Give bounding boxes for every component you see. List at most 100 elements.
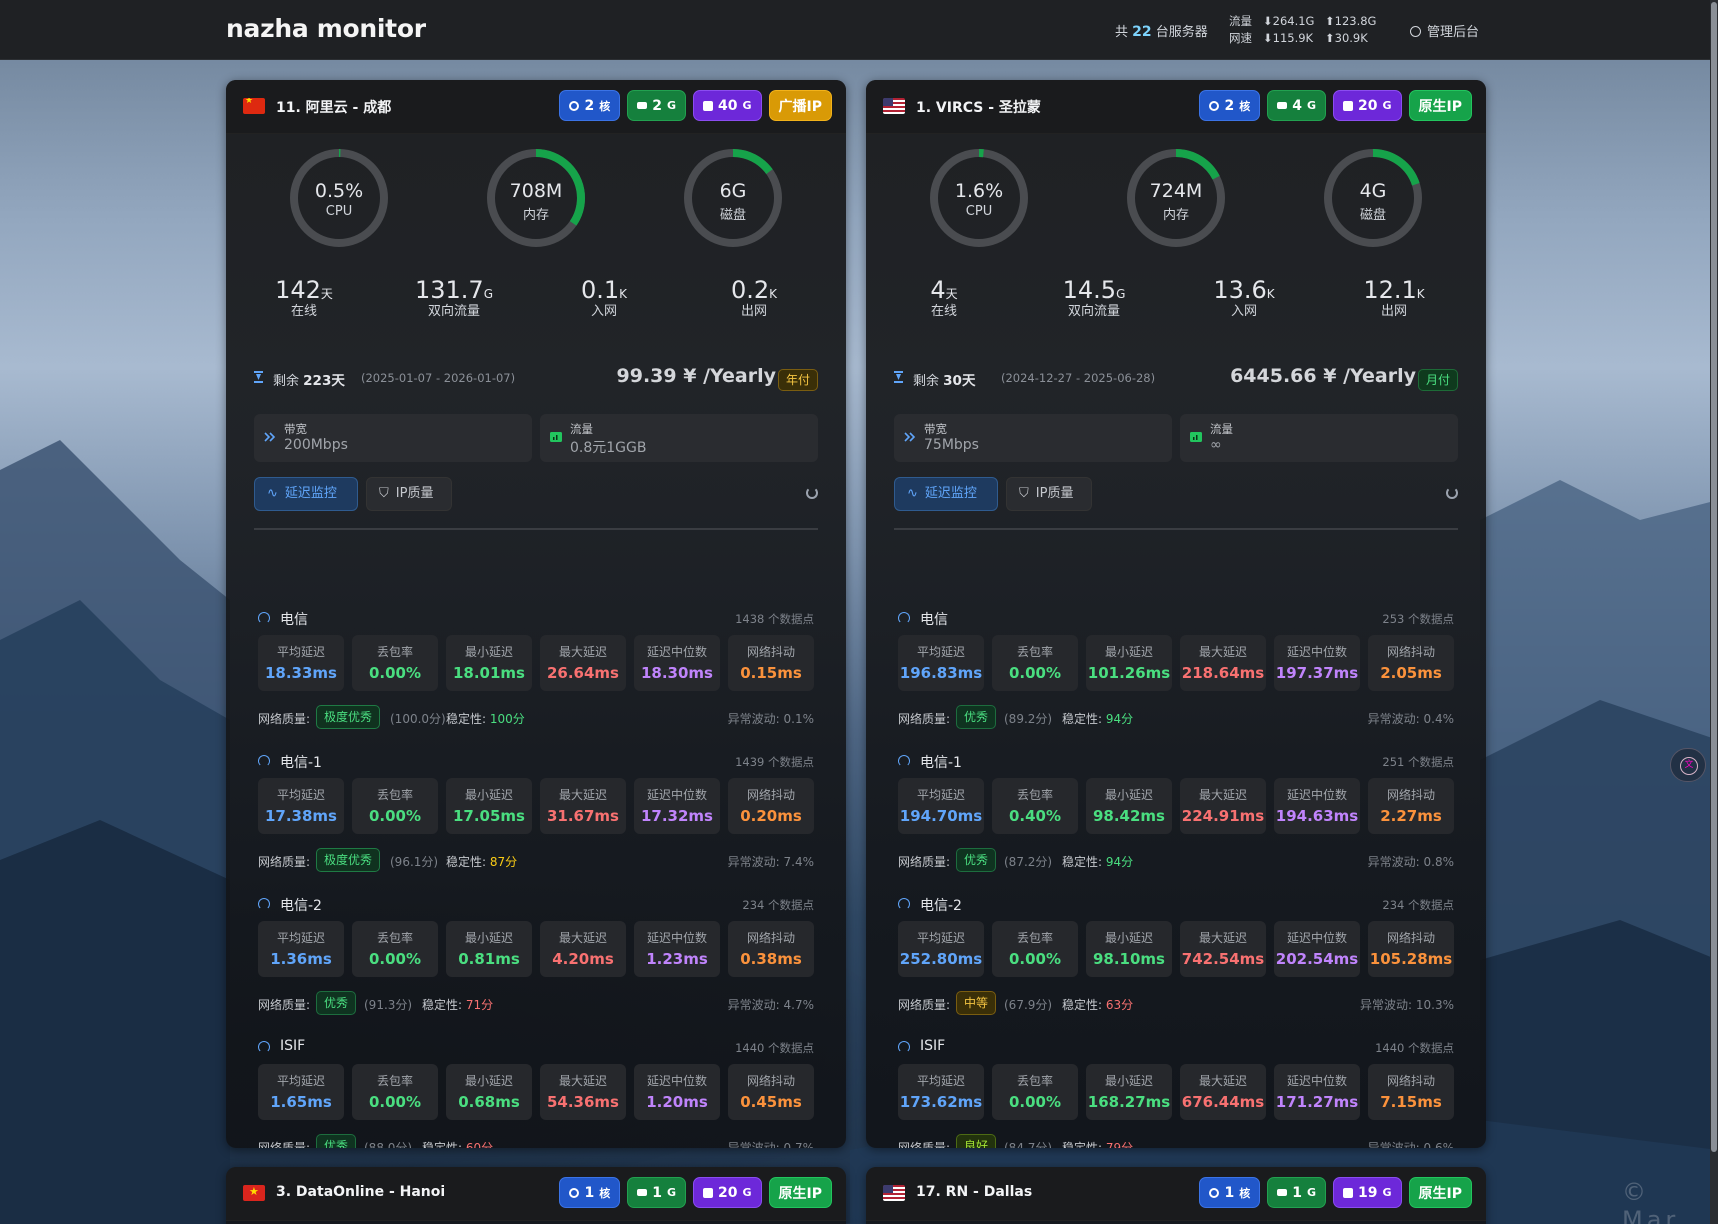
card-header[interactable]: 3. DataOnline - Hanoi 1核1G20G原生IP bbox=[226, 1167, 846, 1221]
app-logo-title[interactable]: nazha monitor bbox=[226, 14, 426, 43]
dashboard-icon bbox=[1410, 26, 1421, 37]
traffic-down: ⬇264.1G bbox=[1263, 14, 1315, 28]
memory-badge: 4G bbox=[1267, 90, 1326, 121]
gauge-value: 708M bbox=[509, 180, 563, 202]
metric-label: 最大延迟 bbox=[558, 1074, 607, 1088]
gauge-label: CPU bbox=[965, 204, 993, 219]
monitor-icon bbox=[898, 1041, 910, 1053]
metric-label: 延迟中位数 bbox=[646, 788, 707, 802]
tab-latency-monitor[interactable]: ∿ 延迟监控 bbox=[894, 477, 998, 511]
cpu-icon bbox=[569, 100, 580, 111]
refresh-icon[interactable] bbox=[806, 487, 818, 499]
metric-value: 0.00% bbox=[1008, 950, 1062, 968]
metric-value: 105.28ms bbox=[1369, 950, 1453, 968]
stat-label: 在线 bbox=[290, 304, 317, 319]
metric-max: 最大延迟 54.36ms bbox=[540, 1064, 626, 1120]
metric-value: 0.81ms bbox=[458, 950, 520, 968]
quality-row: 网络质量: 优秀 (88.0分) 稳定性: 60分 异常波动: 0.7% bbox=[258, 1132, 814, 1148]
stat-unit: G bbox=[1116, 287, 1126, 301]
network-summary: 流量 ⬇264.1G ⬆123.8G 网速 ⬇115.9K ⬆30.9K bbox=[1229, 13, 1376, 47]
metric-avg: 平均延迟 173.62ms bbox=[898, 1064, 984, 1120]
data-points-count: 1440 个数据点 bbox=[1375, 1041, 1454, 1055]
metric-label: 最大延迟 bbox=[1198, 1074, 1247, 1088]
server-name[interactable]: 1. VIRCS - 圣拉蒙 bbox=[916, 97, 1041, 117]
metric-value: 0.20ms bbox=[740, 807, 802, 825]
memory-badge: 1G bbox=[627, 1177, 686, 1208]
monitor-name: 电信-1 bbox=[280, 755, 322, 771]
metric-label: 最大延迟 bbox=[1198, 645, 1247, 659]
server-name[interactable]: 17. RN - Dallas bbox=[916, 1184, 1032, 1200]
metric-jitter: 网络抖动 0.38ms bbox=[728, 921, 814, 977]
stat-unit: G bbox=[483, 287, 494, 301]
admin-link[interactable]: 管理后台 bbox=[1410, 21, 1479, 40]
quality-label: 网络质量: bbox=[258, 1141, 311, 1148]
server-name[interactable]: 3. DataOnline - Hanoi bbox=[276, 1184, 445, 1200]
quality-badge: 良好 bbox=[956, 1134, 997, 1148]
cpu-icon bbox=[1209, 100, 1220, 111]
quality-badge: 极度优秀 bbox=[316, 848, 381, 872]
metric-value: 0.00% bbox=[368, 1093, 422, 1111]
memory-icon bbox=[1277, 1189, 1288, 1196]
cpu-cores: 1 bbox=[1224, 1184, 1235, 1201]
memory-badge: 2G bbox=[627, 90, 686, 121]
tab-divider bbox=[894, 528, 1458, 530]
gauge-memory: 708M 内存 bbox=[484, 146, 588, 250]
traffic-up: ⬆123.8G bbox=[1325, 14, 1377, 28]
disk-size: 40 bbox=[718, 97, 738, 114]
cpu-icon bbox=[1209, 1187, 1220, 1198]
latency-monitor-block: 电信-1 251 个数据点 平均延迟 194.70ms 丢包率 0.40% 最小延迟 98.4… bbox=[894, 748, 1458, 884]
metric-value: 98.42ms bbox=[1092, 807, 1165, 825]
speed-up: ⬆30.9K bbox=[1325, 31, 1368, 45]
activity-icon: ∿ bbox=[267, 486, 278, 501]
metric-label: 丢包率 bbox=[376, 645, 413, 659]
ip-type-badge: 原生IP bbox=[1408, 1177, 1472, 1208]
ip-type-badge: 原生IP bbox=[768, 1177, 832, 1208]
metric-value: 98.10ms bbox=[1092, 950, 1165, 968]
metric-value: 7.15ms bbox=[1380, 1093, 1442, 1111]
refresh-icon[interactable] bbox=[1446, 487, 1458, 499]
abnormal-fluctuation: 异常波动: 0.7% bbox=[727, 1141, 814, 1148]
metric-value: 1.23ms bbox=[646, 950, 708, 968]
metric-avg: 平均延迟 1.36ms bbox=[258, 921, 344, 977]
monitor-name: 电信-2 bbox=[280, 898, 322, 914]
metric-label: 最大延迟 bbox=[558, 788, 607, 802]
stability: 稳定性: 100分 bbox=[446, 710, 525, 727]
scrollbar-thumb[interactable] bbox=[1711, 2, 1717, 1152]
metric-label: 网络抖动 bbox=[746, 1074, 795, 1088]
remaining-days: 剩余 223天 bbox=[273, 369, 345, 389]
data-points-count: 251 个数据点 bbox=[1382, 755, 1454, 769]
traffic-label: 流量 bbox=[1210, 422, 1233, 436]
metric-value: 2.05ms bbox=[1380, 664, 1442, 682]
stat-uptime: 4天 在线 bbox=[874, 276, 1014, 319]
metric-loss: 丢包率 0.00% bbox=[992, 921, 1078, 977]
gauge-cpu: 0.5% CPU bbox=[287, 146, 391, 250]
quality-row: 网络质量: 极度优秀 (96.1分) 稳定性: 87分 异常波动: 7.4% bbox=[258, 846, 814, 874]
metric-label: 平均延迟 bbox=[276, 645, 325, 659]
card-header[interactable]: 1. VIRCS - 圣拉蒙 2 核 4 G 20 G 原生IP bbox=[866, 80, 1486, 134]
metric-max: 最大延迟 742.54ms bbox=[1180, 921, 1266, 977]
tab-ip-label: IP质量 bbox=[1035, 486, 1074, 501]
data-points-count: 1438 个数据点 bbox=[735, 612, 814, 626]
gauge-value: 4G bbox=[1359, 180, 1387, 202]
country-flag-icon bbox=[883, 98, 905, 114]
stability-label: 稳定性: bbox=[422, 998, 463, 1012]
translate-float-button[interactable]: 文 bbox=[1670, 748, 1706, 782]
metric-value: 0.00% bbox=[368, 664, 422, 682]
spec-badges: 1 核 1 G 20 G 原生IP bbox=[559, 1177, 832, 1208]
metric-label: 网络抖动 bbox=[1386, 931, 1435, 945]
page-scrollbar[interactable] bbox=[1710, 0, 1718, 1224]
metric-value: 0.45ms bbox=[740, 1093, 802, 1111]
tab-latency-monitor[interactable]: ∿ 延迟监控 bbox=[254, 477, 358, 511]
metric-label: 延迟中位数 bbox=[1286, 1074, 1347, 1088]
tab-ip-quality[interactable]: ⛉ IP质量 bbox=[366, 477, 452, 511]
metric-loss: 丢包率 0.40% bbox=[992, 778, 1078, 834]
server-name[interactable]: 11. 阿里云 - 成都 bbox=[276, 97, 391, 117]
metric-label: 延迟中位数 bbox=[646, 645, 707, 659]
metric-max: 最大延迟 26.64ms bbox=[540, 635, 626, 691]
memory-size: 4 bbox=[1292, 97, 1302, 114]
tab-ip-quality[interactable]: ⛉ IP质量 bbox=[1006, 477, 1092, 511]
metric-value: 0.00% bbox=[1008, 664, 1062, 682]
card-header[interactable]: 11. 阿里云 - 成都2核2G40G广播IP bbox=[226, 80, 846, 134]
bandwidth-value: 200Mbps bbox=[284, 437, 348, 453]
card-header[interactable]: 17. RN - Dallas 1 核 1 G 19 G 原生IP bbox=[866, 1167, 1486, 1221]
